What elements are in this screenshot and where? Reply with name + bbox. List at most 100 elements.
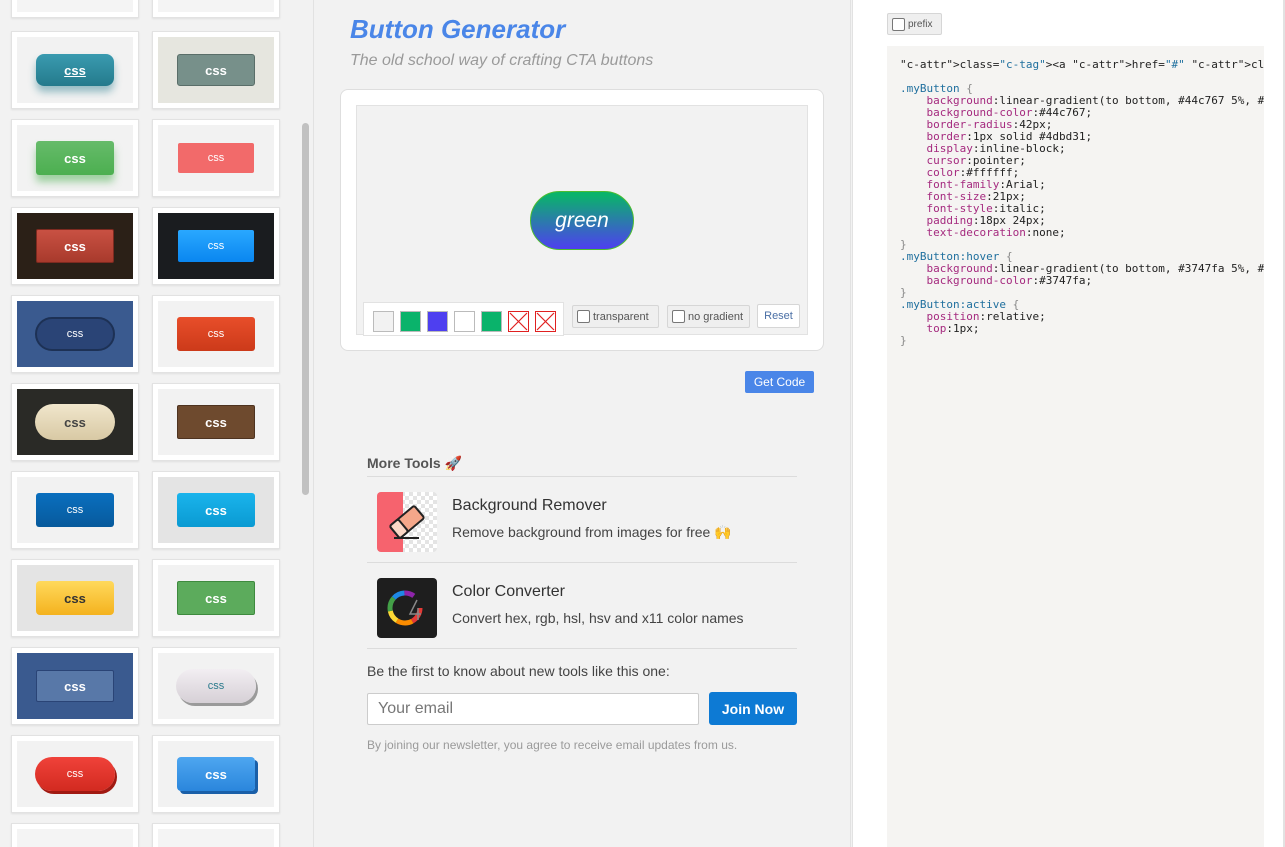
style-tile-preview: css (17, 389, 133, 455)
style-tile[interactable]: css (152, 207, 280, 285)
style-tile[interactable]: css (11, 295, 139, 373)
style-tile-preview: css (17, 653, 133, 719)
swatch-green-2[interactable] (481, 311, 502, 332)
style-sample-button: css (36, 229, 114, 263)
preview-area: green transparent no gradient Reset (356, 105, 808, 336)
style-sample-button: css (177, 493, 255, 527)
page-title: Button Generator (350, 14, 566, 44)
style-tile-preview: css (17, 301, 133, 367)
tool-background-remover[interactable]: Background Remover Remove background fro… (367, 477, 797, 563)
no-gradient-label: no gradient (688, 310, 744, 323)
style-tile[interactable]: css (152, 295, 280, 373)
preview-button[interactable]: green (530, 191, 634, 250)
style-sample-button: css (177, 317, 255, 351)
style-sample-button: css (35, 317, 115, 351)
style-tile[interactable]: css (152, 559, 280, 637)
style-tile-preview: css (158, 653, 274, 719)
style-sample-button: css (36, 493, 114, 527)
style-sample-button: css (36, 54, 114, 86)
style-tile[interactable]: css (152, 471, 280, 549)
prefix-label: prefix (908, 18, 933, 30)
style-sample-button: css (36, 581, 114, 615)
no-gradient-toggle[interactable]: no gradient (667, 305, 750, 328)
more-tools-section: More Tools 🚀 Background Remover Remove b… (367, 455, 797, 649)
email-field[interactable] (367, 693, 699, 725)
no-gradient-checkbox[interactable] (672, 310, 685, 323)
style-tile-preview (158, 829, 274, 847)
code-panel: prefix "c-attr">class="c-tag"><a "c-attr… (852, 0, 1285, 847)
swatch-green[interactable] (400, 311, 421, 332)
swatch-light-gray[interactable] (373, 311, 394, 332)
style-sample-button: css (36, 141, 114, 175)
tool-description: Convert hex, rgb, hsl, hsv and x11 color… (452, 610, 744, 626)
get-code-button[interactable]: Get Code (745, 371, 814, 393)
style-tile-preview: css (158, 389, 274, 455)
style-tile[interactable]: css (11, 207, 139, 285)
style-tile-preview (17, 0, 133, 12)
style-tile-preview: css (17, 741, 133, 807)
style-sample-button: css (176, 669, 256, 703)
style-sample-button: css (178, 230, 254, 262)
swatch-blue[interactable] (427, 311, 448, 332)
style-tile[interactable]: css (11, 383, 139, 461)
newsletter-text: Be the first to know about new tools lik… (367, 663, 670, 679)
style-tile-preview: css (158, 741, 274, 807)
style-sample-button: css (177, 405, 255, 439)
style-tile-preview: css (158, 565, 274, 631)
eraser-icon (377, 492, 437, 552)
style-tile-preview: css (158, 37, 274, 103)
style-tile[interactable]: css (11, 31, 139, 109)
join-now-button[interactable]: Join Now (709, 692, 797, 725)
code-output[interactable]: "c-attr">class="c-tag"><a "c-attr">href=… (887, 46, 1264, 847)
more-tools-heading: More Tools 🚀 (367, 455, 797, 477)
style-tile[interactable]: css (152, 119, 280, 197)
style-tile[interactable] (152, 0, 280, 18)
style-tile[interactable]: css (152, 31, 280, 109)
style-tile-preview: css (17, 565, 133, 631)
style-sample-button: css (178, 143, 254, 173)
style-sample-button: css (177, 757, 255, 791)
style-tile[interactable] (152, 823, 280, 847)
tool-name: Color Converter (452, 583, 565, 600)
tool-color-converter[interactable]: Color Converter Convert hex, rgb, hsl, h… (367, 563, 797, 649)
prefix-toggle[interactable]: prefix (887, 13, 942, 35)
style-tile[interactable]: css (11, 559, 139, 637)
style-tile-preview: css (158, 213, 274, 279)
style-sample-button: css (36, 670, 114, 702)
swatch-none-1[interactable] (508, 311, 529, 332)
reset-button[interactable]: Reset (757, 304, 800, 328)
style-tile-preview: css (158, 301, 274, 367)
style-tile[interactable]: css (11, 647, 139, 725)
generator-panel: Button Generator The old school way of c… (315, 0, 851, 847)
style-tile-preview: css (17, 213, 133, 279)
style-tile[interactable]: css (11, 735, 139, 813)
preview-card: green transparent no gradient Reset (340, 89, 824, 351)
style-tile-preview: css (158, 477, 274, 543)
style-tile-preview: css (17, 477, 133, 543)
style-tile-preview (17, 829, 133, 847)
style-sample-button: css (35, 404, 115, 440)
style-tile[interactable]: css (152, 647, 280, 725)
swatch-none-2[interactable] (535, 311, 556, 332)
page-subtitle: The old school way of crafting CTA butto… (350, 52, 654, 69)
swatch-white[interactable] (454, 311, 475, 332)
style-tile-preview: css (158, 125, 274, 191)
style-tile-preview (158, 0, 274, 12)
style-tile-preview: css (17, 37, 133, 103)
style-tile[interactable]: css (152, 735, 280, 813)
color-wheel-icon (377, 578, 437, 638)
background-swatches (363, 302, 564, 336)
style-tile[interactable] (11, 0, 139, 18)
newsletter-note: By joining our newsletter, you agree to … (367, 738, 738, 752)
prefix-checkbox[interactable] (892, 17, 905, 31)
gallery-scrollbar-thumb[interactable] (302, 123, 309, 495)
style-sample-button: css (177, 581, 255, 615)
style-tile[interactable]: css (152, 383, 280, 461)
transparent-toggle[interactable]: transparent (572, 305, 659, 328)
style-tile[interactable] (11, 823, 139, 847)
transparent-checkbox[interactable] (577, 310, 590, 323)
style-sample-button: css (177, 54, 255, 86)
tool-description: Remove background from images for free 🙌 (452, 524, 732, 540)
style-tile[interactable]: css (11, 471, 139, 549)
style-tile[interactable]: css (11, 119, 139, 197)
